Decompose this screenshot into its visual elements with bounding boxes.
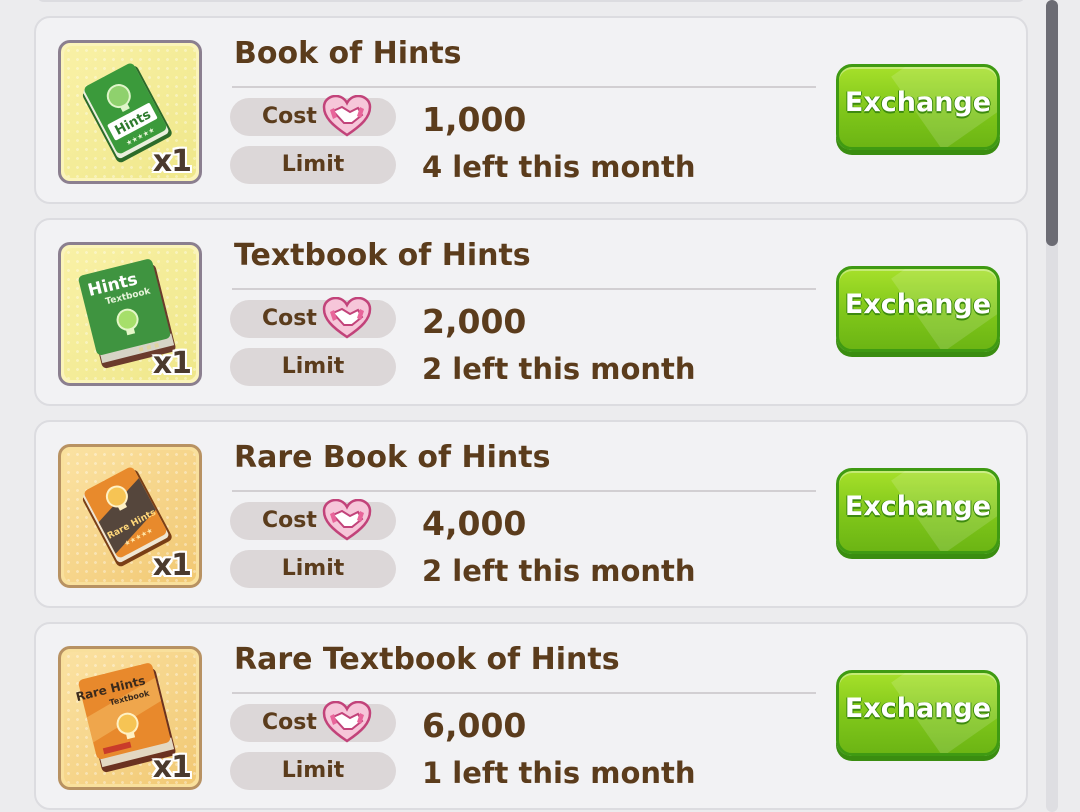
exchange-item-card: Rare Hints ★★★★★ x1 Rare Book of Hints C… [34, 420, 1028, 608]
cost-label: Cost [262, 710, 317, 735]
exchange-button[interactable]: Exchange [836, 266, 1000, 352]
item-quantity: x1 [152, 750, 192, 785]
scrollbar-thumb[interactable] [1046, 0, 1058, 246]
exchange-item-card: Rare Hints Textbook x1 Rare Textbook of … [34, 622, 1028, 810]
exchange-button-label: Exchange [844, 693, 992, 724]
limit-value: 2 left this month [422, 352, 696, 386]
cost-label-pill: Cost [230, 95, 396, 137]
cost-value: 2,000 [422, 302, 527, 341]
item-thumbnail: Hints ★★★★★ x1 [58, 40, 202, 184]
limit-label: Limit [230, 752, 396, 790]
cost-label-pill: Cost [230, 499, 396, 541]
exchange-button[interactable]: Exchange [836, 64, 1000, 150]
previous-card-edge [36, 0, 1026, 2]
limit-value: 4 left this month [422, 150, 696, 184]
item-quantity: x1 [152, 144, 192, 179]
limit-label: Limit [230, 348, 396, 386]
handshake-heart-icon [322, 499, 372, 541]
limit-label: Limit [230, 550, 396, 588]
divider [232, 86, 816, 88]
exchange-item-card: Hints ★★★★★ x1 Book of Hints Cost 1,000 … [34, 16, 1028, 204]
exchange-button-label: Exchange [844, 289, 992, 320]
item-title: Rare Book of Hints [234, 440, 551, 475]
handshake-heart-icon [322, 701, 372, 743]
handshake-heart-icon [322, 95, 372, 137]
limit-value: 1 left this month [422, 756, 696, 790]
divider [232, 288, 816, 290]
exchange-item-list: Hints ★★★★★ x1 Book of Hints Cost 1,000 … [0, 0, 1080, 812]
item-title: Book of Hints [234, 36, 462, 71]
cost-label-pill: Cost [230, 701, 396, 743]
exchange-button[interactable]: Exchange [836, 670, 1000, 756]
cost-value: 6,000 [422, 706, 527, 745]
limit-value: 2 left this month [422, 554, 696, 588]
exchange-button-label: Exchange [844, 87, 992, 118]
limit-label: Limit [230, 146, 396, 184]
handshake-heart-icon [322, 297, 372, 339]
cost-label: Cost [262, 306, 317, 331]
cost-value: 4,000 [422, 504, 527, 543]
cost-label-pill: Cost [230, 297, 396, 339]
item-thumbnail: Hints Textbook x1 [58, 242, 202, 386]
cost-label: Cost [262, 508, 317, 533]
cost-label: Cost [262, 104, 317, 129]
item-title: Rare Textbook of Hints [234, 642, 620, 677]
exchange-button-label: Exchange [844, 491, 992, 522]
exchange-button[interactable]: Exchange [836, 468, 1000, 554]
divider [232, 490, 816, 492]
exchange-item-card: Hints Textbook x1 Textbook of Hints Cost [34, 218, 1028, 406]
item-quantity: x1 [152, 548, 192, 583]
item-quantity: x1 [152, 346, 192, 381]
item-thumbnail: Rare Hints ★★★★★ x1 [58, 444, 202, 588]
item-thumbnail: Rare Hints Textbook x1 [58, 646, 202, 790]
item-title: Textbook of Hints [234, 238, 531, 273]
cost-value: 1,000 [422, 100, 527, 139]
divider [232, 692, 816, 694]
